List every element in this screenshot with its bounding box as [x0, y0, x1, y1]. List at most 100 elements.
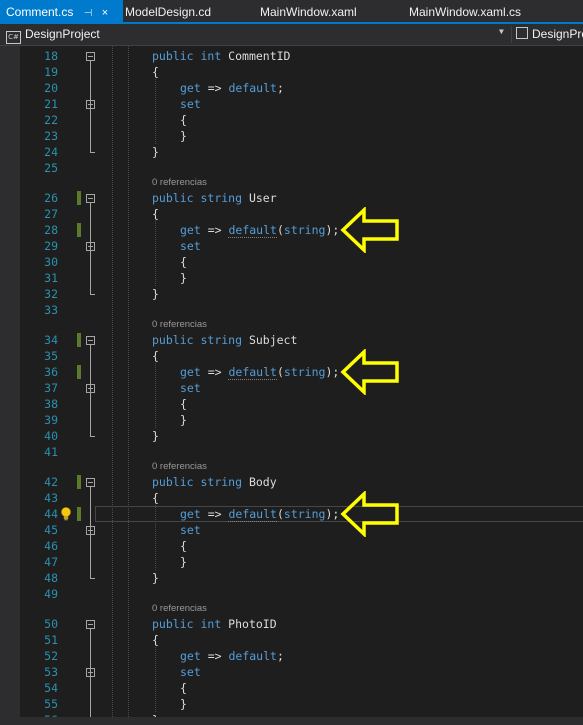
code-line[interactable]: 24} [0, 144, 583, 160]
tab-comment-cs[interactable]: Comment.cs ⊣ × [0, 0, 123, 22]
lightbulb-icon[interactable] [60, 507, 72, 521]
code-line[interactable]: 34 public string Subject [0, 332, 583, 348]
code-token: ); [325, 507, 340, 521]
fold-bracket-end [90, 578, 95, 579]
type-dropdown[interactable]: DesignPro [516, 25, 583, 44]
tab-mainwindow-xaml[interactable]: MainWindow.xaml [260, 0, 357, 22]
code-line[interactable]: 42 public string Body [0, 474, 583, 490]
code-line[interactable]: 51 { [0, 632, 583, 648]
line-number: 45 [44, 523, 58, 537]
code-token: PhotoID [228, 617, 277, 631]
code-text: } [152, 286, 159, 302]
code-line[interactable]: 44 get => default(string); [0, 491, 583, 537]
code-text: set [180, 96, 201, 112]
code-line[interactable]: 22 { [0, 112, 583, 128]
code-text: get => default(string); [180, 506, 339, 522]
line-number: 21 [44, 97, 58, 111]
code-line[interactable]: 50 public int PhotoID [0, 616, 583, 632]
tab-mainwindow-xaml-cs[interactable]: MainWindow.xaml.cs [409, 0, 521, 22]
line-number: 51 [44, 633, 58, 647]
tab-modeldesign-cd[interactable]: ModelDesign.cd [125, 0, 211, 22]
line-number: 22 [44, 113, 58, 127]
codelens-references[interactable]: 0 referencias [152, 177, 207, 189]
code-text: public string Body [152, 474, 277, 490]
code-line[interactable]: 29 set [0, 238, 583, 254]
fold-bracket-line [90, 344, 91, 436]
code-line[interactable]: 36 get => default(string); [0, 349, 583, 395]
line-number: 55 [44, 697, 58, 711]
chevron-down-icon[interactable]: ▼ [499, 27, 504, 36]
code-text: { [152, 490, 159, 506]
code-line[interactable]: 54 { [0, 680, 583, 696]
project-dropdown[interactable]: C# DesignProject [6, 25, 506, 44]
tab-label: MainWindow.xaml [260, 5, 357, 19]
code-token: CommentID [228, 49, 291, 63]
line-number: 31 [44, 271, 58, 285]
code-text: public string User [152, 190, 277, 206]
codelens-references[interactable]: 0 referencias [152, 319, 207, 331]
code-line[interactable]: 26 public string User [0, 190, 583, 206]
code-line[interactable]: 40} [0, 428, 583, 444]
code-line[interactable]: 53 set [0, 664, 583, 680]
code-line[interactable]: 38 { [0, 396, 583, 412]
code-line[interactable]: 43 { [0, 490, 583, 506]
type-name: DesignPro [532, 27, 583, 41]
code-line[interactable]: 19 { [0, 64, 583, 80]
code-line[interactable]: 32} [0, 286, 583, 302]
code-line[interactable]: 52 get => default; [0, 648, 583, 664]
code-line[interactable]: 47} [0, 554, 583, 570]
line-number: 30 [44, 255, 58, 269]
code-line[interactable]: 21 set [0, 96, 583, 112]
code-text: { [180, 112, 187, 128]
code-editor[interactable]: 18 public int CommentID 19 {20 get => defaul… [0, 46, 583, 725]
code-text: { [180, 538, 187, 554]
code-text: } [180, 270, 187, 286]
code-token: { [180, 397, 187, 411]
keyword-token: string [283, 223, 326, 237]
code-line[interactable]: 48} [0, 570, 583, 586]
code-line[interactable]: 35 { [0, 348, 583, 364]
code-line[interactable]: 28 get => default(string); [0, 207, 583, 253]
code-line[interactable]: 46 { [0, 538, 583, 554]
indent-guide [112, 46, 113, 725]
code-text: set [180, 522, 201, 538]
code-text: public int PhotoID [152, 616, 277, 632]
line-number: 41 [44, 445, 58, 459]
code-line[interactable]: 30 { [0, 254, 583, 270]
code-text: } [152, 428, 159, 444]
code-line[interactable]: 18 public int CommentID [0, 48, 583, 64]
line-number: 35 [44, 349, 58, 363]
line-number: 50 [44, 617, 58, 631]
keyword-token: get [180, 649, 208, 663]
code-token: => [207, 223, 229, 237]
codelens-references[interactable]: 0 referencias [152, 461, 207, 473]
code-line[interactable]: 45 set [0, 522, 583, 538]
code-line[interactable]: 49 [0, 586, 583, 602]
code-token: { [152, 349, 159, 363]
code-line[interactable]: 20 get => default; [0, 80, 583, 96]
code-line[interactable]: 33 [0, 302, 583, 318]
code-token: } [152, 571, 159, 585]
line-number: 53 [44, 665, 58, 679]
code-line[interactable]: 31} [0, 270, 583, 286]
code-token: } [180, 555, 187, 569]
code-line[interactable]: 39} [0, 412, 583, 428]
code-token: } [152, 287, 159, 301]
code-line[interactable]: 27 { [0, 206, 583, 222]
keyword-token: string [283, 507, 326, 521]
code-token: { [152, 207, 159, 221]
keyword-token: default [228, 365, 277, 380]
code-token: } [180, 129, 187, 143]
code-line[interactable]: 41 [0, 444, 583, 460]
fold-bracket-end [90, 294, 95, 295]
code-text: get => default; [180, 80, 284, 96]
change-tracking-bar [77, 365, 81, 379]
code-line[interactable]: 55} [0, 696, 583, 712]
code-line[interactable]: 37 set [0, 380, 583, 396]
code-line[interactable]: 25 [0, 160, 583, 176]
codelens-references[interactable]: 0 referencias [152, 603, 207, 615]
code-token: { [180, 113, 187, 127]
code-text: { [180, 396, 187, 412]
code-line[interactable]: 23} [0, 128, 583, 144]
indent-guide [155, 505, 156, 570]
